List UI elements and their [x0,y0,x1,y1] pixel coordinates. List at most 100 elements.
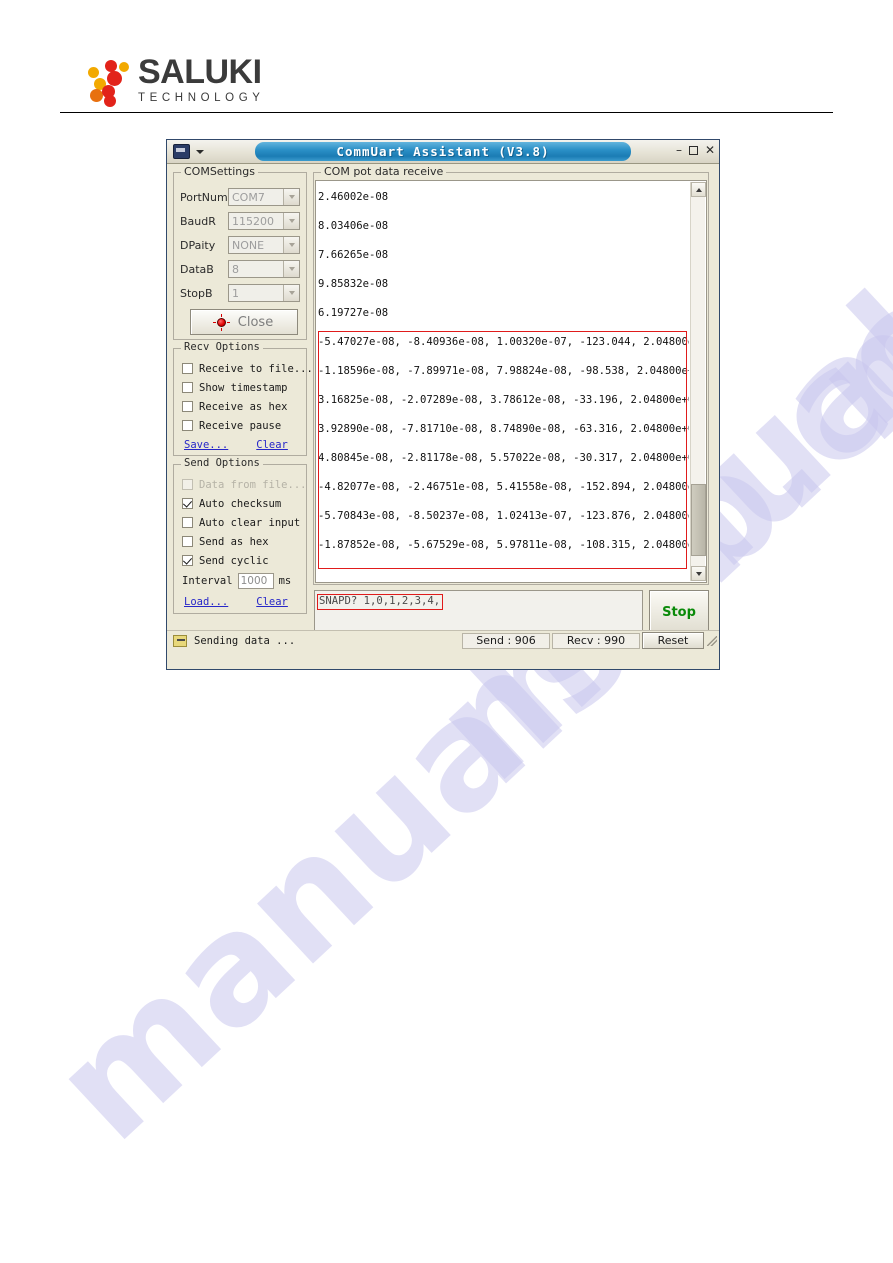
portnum-select[interactable]: COM7 [228,188,300,206]
receive-textarea[interactable]: 2.46002e-08 8.03406e-08 7.66265e-08 9.85… [315,180,707,583]
scrollbar-thumb[interactable] [691,484,706,556]
checkbox-icon[interactable] [182,401,193,412]
checkbox-icon[interactable] [182,517,193,528]
send-load-link[interactable]: Load... [184,596,228,608]
checkbox-label: Auto clear input [199,516,301,529]
commuart-assistant-window: CommUart Assistant (V3.8) – ✕ COMSetting… [166,139,720,670]
port-status-led-icon [212,313,230,331]
send-options-group: Send Options Data from file... Auto chec… [173,457,307,614]
close-port-label: Close [237,314,274,330]
checkbox-show-timestamp[interactable]: Show timestamp [182,378,306,397]
window-titlebar: CommUart Assistant (V3.8) – ✕ [167,140,719,164]
close-window-button[interactable]: ✕ [705,143,715,157]
send-counter: Send : 906 [462,632,550,649]
saluki-logo-mark-icon [88,58,132,107]
stopbits-value: 1 [232,286,239,300]
status-message: Sending data ... [167,634,462,647]
stop-button-label: Stop [662,604,696,620]
checkbox-label: Send cyclic [199,554,269,567]
checkbox-icon[interactable] [182,382,193,393]
status-text: Sending data ... [194,634,296,647]
checkbox-icon[interactable] [182,420,193,431]
app-icon [173,144,190,159]
portnum-value: COM7 [232,190,265,204]
checkbox-label: Receive pause [199,419,282,432]
databits-select[interactable]: 8 [228,260,300,278]
checkbox-receive-as-hex[interactable]: Receive as hex [182,397,306,416]
checkbox-auto-checksum[interactable]: Auto checksum [182,494,306,513]
chevron-down-icon[interactable] [283,189,299,205]
receive-line: 3.16825e-08, -2.07289e-08, 3.78612e-08, … [318,394,689,406]
checkbox-auto-clear-input[interactable]: Auto clear input [182,513,306,532]
field-label-portnum: PortNum [180,190,228,204]
interval-row: Interval 1000 ms [182,570,306,592]
send-options-legend: Send Options [181,457,263,469]
parity-select[interactable]: NONE [228,236,300,254]
field-parity: DPaity NONE [180,233,306,257]
receive-line: 2.46002e-08 [318,191,389,203]
interval-input[interactable]: 1000 [237,573,274,589]
maximize-button[interactable] [688,145,698,155]
checkbox-icon[interactable] [182,536,193,547]
receive-area-group: COM pot data receive 2.46002e-08 8.03406… [313,165,709,585]
window-menu-tab[interactable] [169,141,231,162]
baudrate-value: 115200 [232,214,274,228]
chevron-down-icon[interactable] [196,149,204,154]
chevron-down-icon[interactable] [283,237,299,253]
status-bar: Sending data ... Send : 906 Recv : 990 R… [167,630,719,650]
field-label-databits: DataB [180,262,214,276]
page-header: SALUKI TECHNOLOGY [0,0,893,118]
chevron-down-icon[interactable] [283,261,299,277]
chevron-down-icon[interactable] [283,285,299,301]
field-stopbits: StopB 1 [180,281,306,305]
recv-options-group: Recv Options Receive to file... Show tim… [173,341,313,456]
checkbox-icon[interactable] [182,555,193,566]
databits-value: 8 [232,262,239,276]
scroll-up-icon[interactable] [691,182,706,197]
receive-text-content: 2.46002e-08 8.03406e-08 7.66265e-08 9.85… [318,183,689,582]
chevron-down-icon[interactable] [283,213,299,229]
checkbox-data-from-file: Data from file... [182,475,306,494]
minimize-button[interactable]: – [676,143,682,157]
receive-line: -5.47027e-08, -8.40936e-08, 1.00320e-07,… [318,336,689,348]
receive-scrollbar[interactable] [690,182,706,581]
receive-line: 8.03406e-08 [318,220,389,232]
com-settings-legend: COMSettings [181,165,258,178]
checkbox-receive-pause[interactable]: Receive pause [182,416,306,435]
checkbox-send-as-hex[interactable]: Send as hex [182,532,306,551]
com-settings-group: COMSettings PortNum COM7 BaudR 115200 DP… [173,165,307,340]
send-clear-link[interactable]: Clear [256,596,288,608]
interval-unit: ms [278,575,292,587]
scroll-down-icon[interactable] [691,566,706,581]
checkbox-icon[interactable] [182,498,193,509]
receive-area-legend: COM pot data receive [321,165,447,178]
field-label-parity: DPaity [180,238,216,252]
checkbox-receive-to-file[interactable]: Receive to file... [182,359,313,378]
checkbox-label: Auto checksum [199,497,282,510]
recv-save-link[interactable]: Save... [184,439,228,451]
receive-line: 3.92890e-08, -7.81710e-08, 8.74890e-08, … [318,423,689,435]
resize-grip-icon[interactable] [707,635,717,646]
checkbox-send-cyclic[interactable]: Send cyclic [182,551,306,570]
field-label-baudrate: BaudR [180,214,216,228]
baudrate-select[interactable]: 115200 [228,212,300,230]
close-port-button[interactable]: Close [190,309,298,335]
recv-options-legend: Recv Options [181,341,263,353]
stopbits-select[interactable]: 1 [228,284,300,302]
stop-button[interactable]: Stop [649,590,709,634]
receive-line: -4.82077e-08, -2.46751e-08, 5.41558e-08,… [318,481,689,493]
reset-button[interactable]: Reset [642,632,704,649]
parity-value: NONE [232,238,265,252]
field-baudrate: BaudR 115200 [180,209,306,233]
saluki-logo: SALUKI TECHNOLOGY [88,55,265,107]
checkbox-label: Receive as hex [199,400,288,413]
checkbox-icon[interactable] [182,363,193,374]
checkbox-icon [182,479,193,490]
receive-line: 6.19727e-08 [318,307,389,319]
sending-icon [173,634,187,647]
receive-line: 9.85832e-08 [318,278,389,290]
receive-line: -5.70843e-08, -8.50237e-08, 1.02413e-07,… [318,510,689,522]
recv-clear-link[interactable]: Clear [256,439,288,451]
checkbox-label: Data from file... [199,478,307,491]
recv-counter: Recv : 990 [552,632,640,649]
